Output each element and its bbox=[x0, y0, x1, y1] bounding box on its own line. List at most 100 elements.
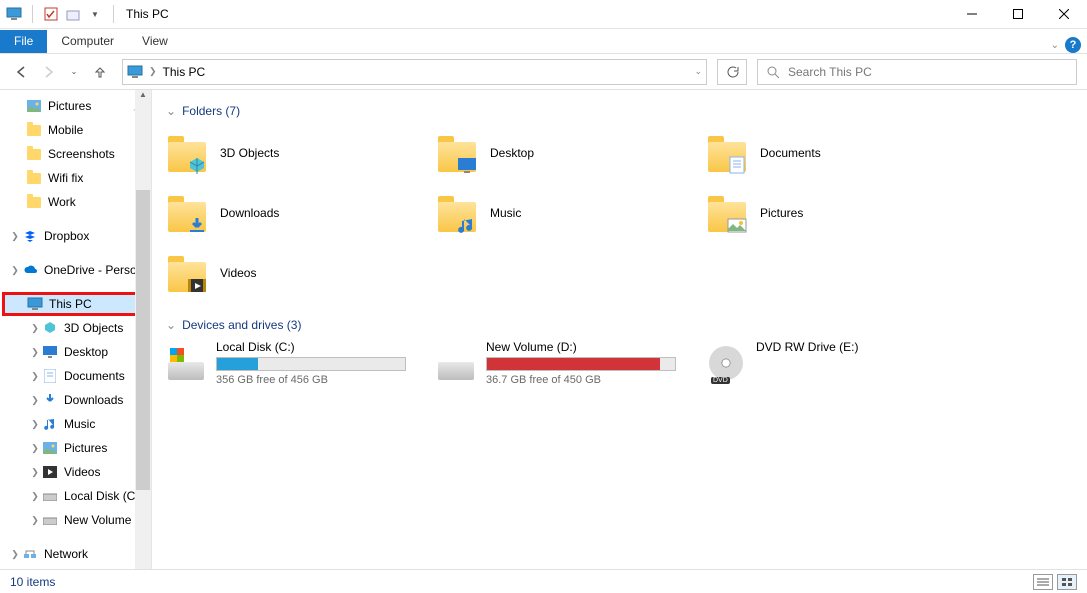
sidebar-item-this-pc[interactable]: This PC bbox=[2, 292, 149, 316]
recent-dropdown-icon[interactable]: ⌄ bbox=[62, 60, 86, 84]
chevron-right-icon[interactable]: ❯ bbox=[30, 515, 40, 526]
chevron-right-icon[interactable]: ❯ bbox=[149, 66, 157, 77]
breadcrumb[interactable]: This PC bbox=[163, 65, 206, 79]
sidebar-item-new-volume-d-[interactable]: ❯New Volume (D: bbox=[0, 508, 151, 532]
sidebar-item-music[interactable]: ❯Music bbox=[0, 412, 151, 436]
refresh-button[interactable] bbox=[717, 59, 747, 85]
sidebar-item-documents[interactable]: ❯ Documents bbox=[0, 364, 151, 388]
sidebar-item-screenshots[interactable]: Screenshots bbox=[0, 142, 151, 166]
this-pc-icon bbox=[27, 296, 43, 312]
sidebar-item-dropbox[interactable]: ❯Dropbox bbox=[0, 224, 151, 248]
folder-item-pictures[interactable]: Pictures bbox=[706, 186, 956, 240]
drive-item-local-disk-c-[interactable]: Local Disk (C:)356 GB free of 456 GB bbox=[166, 340, 416, 386]
sidebar-item-label: Desktop bbox=[64, 345, 108, 359]
cloud-icon bbox=[22, 262, 38, 278]
sidebar-item-label: Documents bbox=[64, 369, 125, 383]
sidebar-item-pictures[interactable]: ❯Pictures bbox=[0, 436, 151, 460]
forward-button[interactable] bbox=[36, 60, 60, 84]
chevron-right-icon[interactable]: ❯ bbox=[30, 323, 40, 334]
chevron-right-icon[interactable]: ❯ bbox=[30, 371, 40, 382]
folder-label: Documents bbox=[760, 146, 821, 160]
sidebar-item-mobile[interactable]: Mobile bbox=[0, 118, 151, 142]
address-bar[interactable]: ❯ This PC ⌄ bbox=[122, 59, 707, 85]
chevron-right-icon[interactable]: ❯ bbox=[10, 549, 20, 560]
drive-label: DVD RW Drive (E:) bbox=[756, 340, 956, 354]
minimize-button[interactable] bbox=[949, 0, 995, 29]
back-button[interactable] bbox=[10, 60, 34, 84]
new-folder-icon[interactable] bbox=[65, 6, 81, 22]
sidebar-item-label: Mobile bbox=[48, 123, 83, 137]
folder-item-desktop[interactable]: Desktop bbox=[436, 126, 686, 180]
sidebar-item-network[interactable]: ❯Network bbox=[0, 542, 151, 566]
search-input[interactable]: Search This PC bbox=[757, 59, 1077, 85]
window-buttons bbox=[949, 0, 1087, 29]
chevron-down-icon[interactable]: ⌄ bbox=[166, 318, 176, 332]
chevron-down-icon[interactable]: ⌄ bbox=[166, 104, 176, 118]
tab-file[interactable]: File bbox=[0, 30, 47, 53]
properties-icon[interactable] bbox=[43, 6, 59, 22]
qat-dropdown-icon[interactable]: ▼ bbox=[87, 6, 103, 22]
sidebar-item-downloads[interactable]: ❯ Downloads bbox=[0, 388, 151, 412]
chevron-right-icon[interactable]: ❯ bbox=[10, 265, 20, 276]
ribbon-expand-icon[interactable]: ⌄ bbox=[1051, 40, 1059, 51]
sidebar-item-label: 3D Objects bbox=[64, 321, 123, 335]
sidebar-item-local-disk-c-[interactable]: ❯Local Disk (C:) bbox=[0, 484, 151, 508]
section-drives[interactable]: ⌄ Devices and drives (3) bbox=[166, 318, 1073, 332]
sidebar-item-desktop[interactable]: ❯ Desktop bbox=[0, 340, 151, 364]
details-view-button[interactable] bbox=[1033, 574, 1053, 590]
titlebar: ▼ This PC bbox=[0, 0, 1087, 29]
folder-icon bbox=[26, 170, 42, 186]
folder-item-videos[interactable]: Videos bbox=[166, 246, 416, 300]
sidebar-item-wifi-fix[interactable]: Wifi fix bbox=[0, 166, 151, 190]
drive-item-dvd-rw-drive-e-[interactable]: DVD RW Drive (E:) bbox=[706, 340, 956, 386]
address-dropdown-icon[interactable]: ⌄ bbox=[694, 66, 702, 77]
this-pc-icon bbox=[6, 6, 22, 22]
section-folders[interactable]: ⌄ Folders (7) bbox=[166, 104, 1073, 118]
sidebar-item-label: Screenshots bbox=[48, 147, 115, 161]
chevron-right-icon[interactable]: ❯ bbox=[30, 419, 40, 430]
maximize-button[interactable] bbox=[995, 0, 1041, 29]
folder-item-music[interactable]: Music bbox=[436, 186, 686, 240]
sidebar-item-3d-objects[interactable]: ❯ 3D Objects bbox=[0, 316, 151, 340]
drive-free-text: 356 GB free of 456 GB bbox=[216, 374, 416, 386]
sidebar-item-onedrive[interactable]: ❯OneDrive - Person bbox=[0, 258, 151, 282]
separator bbox=[32, 5, 33, 23]
drive-icon bbox=[168, 362, 204, 380]
folder-icon bbox=[26, 122, 42, 138]
status-text: 10 items bbox=[10, 575, 55, 589]
scrollbar[interactable]: ▲ bbox=[135, 90, 151, 569]
scrollbar-thumb[interactable] bbox=[136, 190, 150, 490]
sidebar-item-label: Downloads bbox=[64, 393, 123, 407]
music-icon bbox=[42, 416, 58, 432]
ribbon-tabs: File Computer View ⌄ ? bbox=[0, 29, 1087, 54]
up-button[interactable] bbox=[88, 60, 112, 84]
folder-icon bbox=[706, 192, 748, 234]
help-icon[interactable]: ? bbox=[1065, 37, 1081, 53]
drive-icon bbox=[42, 512, 58, 528]
chevron-right-icon[interactable]: ❯ bbox=[30, 395, 40, 406]
sidebar-item-videos[interactable]: ❯Videos bbox=[0, 460, 151, 484]
folder-icon bbox=[26, 146, 42, 162]
folder-label: Videos bbox=[220, 266, 256, 280]
chevron-right-icon[interactable]: ❯ bbox=[30, 347, 40, 358]
chevron-right-icon[interactable]: ❯ bbox=[30, 443, 40, 454]
folder-item-3d-objects[interactable]: 3D Objects bbox=[166, 126, 416, 180]
chevron-right-icon[interactable]: ❯ bbox=[30, 467, 40, 478]
sidebar-item-label: Work bbox=[48, 195, 76, 209]
tab-view[interactable]: View bbox=[128, 30, 182, 53]
tab-computer[interactable]: Computer bbox=[47, 30, 128, 53]
chevron-right-icon[interactable]: ❯ bbox=[10, 231, 20, 242]
separator bbox=[113, 5, 114, 23]
folder-item-documents[interactable]: Documents bbox=[706, 126, 956, 180]
close-button[interactable] bbox=[1041, 0, 1087, 29]
icons-view-button[interactable] bbox=[1057, 574, 1077, 590]
sidebar-item-work[interactable]: Work bbox=[0, 190, 151, 214]
drive-item-new-volume-d-[interactable]: New Volume (D:)36.7 GB free of 450 GB bbox=[436, 340, 686, 386]
folder-icon bbox=[166, 132, 208, 174]
folder-item-downloads[interactable]: Downloads bbox=[166, 186, 416, 240]
content-pane: ⌄ Folders (7) 3D Objects Desktop Documents… bbox=[152, 90, 1087, 569]
chevron-right-icon[interactable]: ❯ bbox=[30, 491, 40, 502]
pictures-icon bbox=[42, 440, 58, 456]
nav-bar: ⌄ ❯ This PC ⌄ Search This PC bbox=[0, 54, 1087, 90]
sidebar-item-pictures[interactable]: Pictures📌 bbox=[0, 94, 151, 118]
